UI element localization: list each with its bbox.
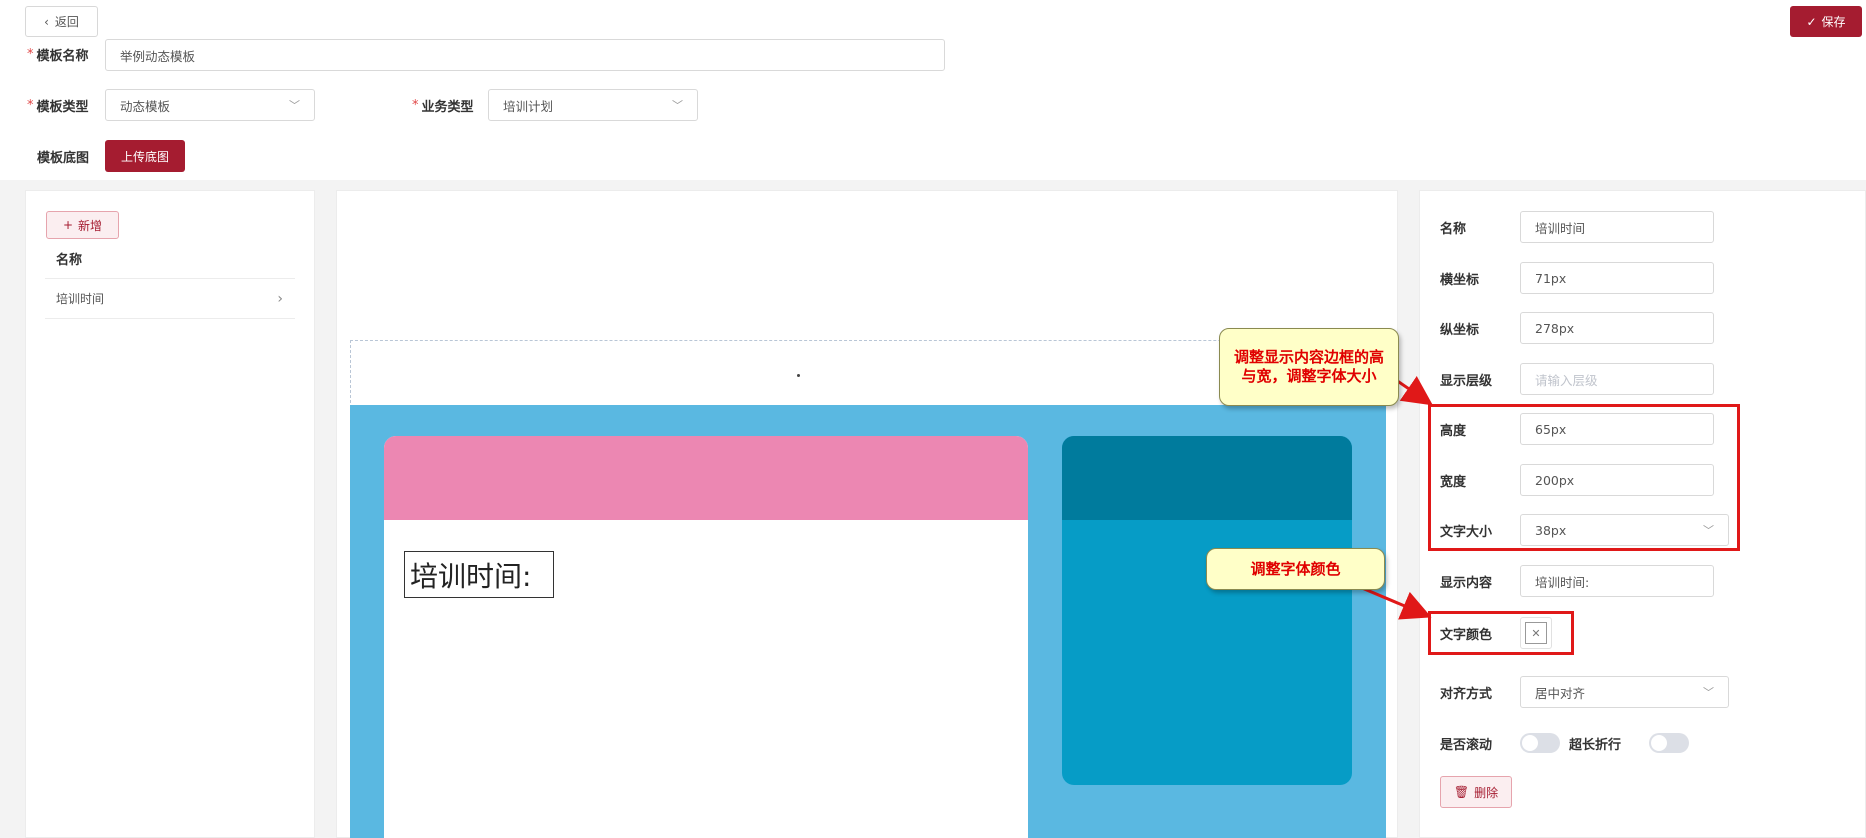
callout-size: 调整显示内容边框的高与宽，调整字体大小 [1219, 328, 1399, 406]
arrow-to-size-box [1395, 376, 1433, 406]
callout-color: 调整字体颜色 [1206, 548, 1385, 590]
arrow-to-color-box [1361, 586, 1432, 620]
annotation-arrows [1361, 376, 1433, 620]
